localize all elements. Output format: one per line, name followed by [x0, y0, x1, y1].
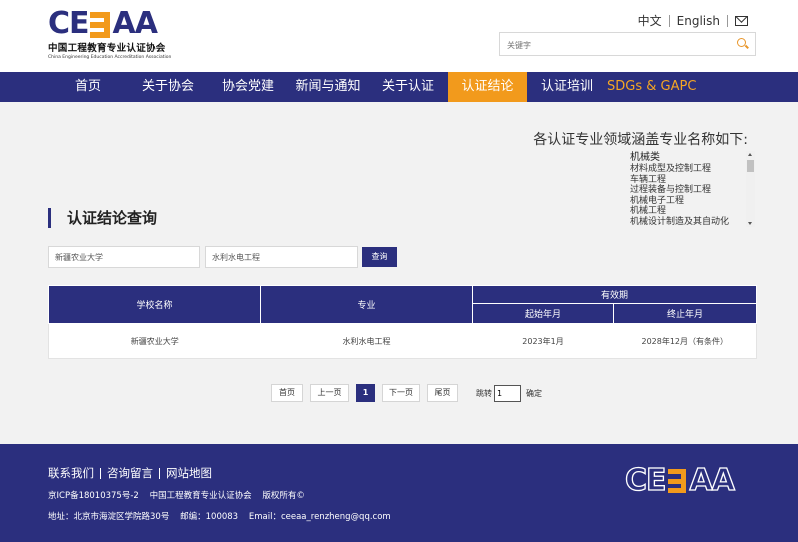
- fields-scrollbar[interactable]: [746, 151, 755, 227]
- jump-page-input[interactable]: [494, 384, 521, 402]
- scroll-down-icon[interactable]: [748, 222, 752, 225]
- header-validity: 有效期: [471, 285, 758, 304]
- footer-link-feedback[interactable]: 咨询留言: [107, 465, 153, 481]
- footer-link-contact[interactable]: 联系我们: [48, 465, 94, 481]
- cell-start: 2023年1月: [472, 323, 614, 359]
- cell-major: 水利水电工程: [260, 323, 473, 359]
- jump-confirm-button[interactable]: 确定: [526, 388, 542, 399]
- pagination: 首页 上一页 1 下一页 尾页 跳转 确定: [271, 384, 542, 402]
- header-start-date: 起始年月: [472, 303, 614, 324]
- fields-list: 机械类 材料成型及控制工程 车辆工程 过程装备与控制工程 机械电子工程 机械工程…: [630, 151, 742, 227]
- header-major: 专业: [260, 285, 473, 324]
- logo-mark: CE AA: [48, 6, 158, 41]
- scroll-up-icon[interactable]: [748, 153, 752, 156]
- footer-logo-e-icon: [667, 469, 688, 493]
- cell-end: 2028年12月（有条件）: [613, 323, 758, 359]
- nav-about-association[interactable]: 关于协会: [128, 72, 208, 102]
- last-page-button[interactable]: 尾页: [427, 384, 458, 402]
- nav-accreditation-results[interactable]: 认证结论: [448, 72, 527, 102]
- cell-school: 新疆农业大学: [48, 323, 261, 359]
- prev-page-button[interactable]: 上一页: [310, 384, 349, 402]
- nav-training[interactable]: 认证培训: [527, 72, 607, 102]
- footer-link-divider: [100, 467, 101, 479]
- field-item: 材料成型及控制工程: [630, 164, 712, 174]
- fields-list-box[interactable]: 机械类 材料成型及控制工程 车辆工程 过程装备与控制工程 机械电子工程 机械工程…: [630, 151, 755, 227]
- first-page-button[interactable]: 首页: [271, 384, 303, 402]
- search-input[interactable]: [500, 34, 725, 57]
- footer-link-sitemap[interactable]: 网站地图: [166, 465, 212, 481]
- query-section-title: 认证结论查询: [48, 208, 157, 228]
- current-page-button[interactable]: 1: [356, 384, 375, 402]
- field-item: 机械设计制造及其自动化: [630, 216, 730, 227]
- scroll-thumb[interactable]: [747, 160, 754, 172]
- header-end-date: 终止年月: [612, 303, 758, 324]
- lang-chinese-link[interactable]: 中文: [638, 12, 662, 29]
- nav-home[interactable]: 首页: [48, 72, 128, 102]
- footer-link-divider: [159, 467, 160, 479]
- nav-about-accreditation[interactable]: 关于认证: [368, 72, 448, 102]
- logo-english-name: China Engineering Education Accreditatio…: [48, 55, 172, 60]
- fields-category: 机械类: [630, 152, 660, 163]
- footer-links: 联系我们 咨询留言 网站地图: [48, 465, 212, 481]
- school-name-input[interactable]: [48, 246, 200, 268]
- footer-icp: 京ICP备18010375号-2 中国工程教育专业认证协会 版权所有©: [48, 491, 305, 501]
- jump-label: 跳转: [476, 388, 492, 398]
- site-footer: 联系我们 咨询留言 网站地图 京ICP备18010375号-2 中国工程教育专业…: [0, 444, 798, 542]
- query-button[interactable]: 查询: [362, 247, 397, 267]
- footer-logo: CE AA: [624, 463, 735, 498]
- field-item: 机械电子工程: [630, 195, 685, 206]
- lang-divider: [668, 14, 670, 27]
- logo-chinese-name: 中国工程教育专业认证协会: [48, 43, 166, 54]
- field-item: 机械工程: [630, 206, 667, 217]
- nav-sdgs-gapc[interactable]: SDGs & GAPC: [607, 72, 696, 102]
- results-table: 学校名称 专业 有效期 起始年月 终止年月 新疆农业大学 水利水电工程 2023…: [48, 285, 758, 359]
- search-box: [499, 32, 756, 57]
- search-icon[interactable]: [737, 38, 749, 50]
- field-item: 过程装备与控制工程: [630, 185, 712, 196]
- nav-news[interactable]: 新闻与通知: [288, 72, 368, 102]
- header-school: 学校名称: [48, 285, 261, 324]
- nav-party-building[interactable]: 协会党建: [208, 72, 288, 102]
- site-header: CE AA 中国工程教育专业认证协会 China Engineering Educ…: [0, 0, 798, 72]
- major-name-input[interactable]: [205, 246, 358, 268]
- fields-title: 各认证专业领域涵盖专业名称如下:: [533, 132, 748, 148]
- ceeaa-logo[interactable]: CE AA 中国工程教育专业认证协会 China Engineering Educ…: [48, 6, 178, 61]
- field-item: 车辆工程: [630, 174, 667, 185]
- mail-icon[interactable]: [735, 15, 748, 26]
- lang-divider: [727, 14, 728, 27]
- main-nav: 首页 关于协会 协会党建 新闻与通知 关于认证 认证结论 认证培训 SDGs &…: [0, 72, 798, 102]
- table-row: 新疆农业大学 水利水电工程 2023年1月 2028年12月（有条件）: [48, 323, 758, 359]
- next-page-button[interactable]: 下一页: [382, 384, 420, 402]
- lang-english-link[interactable]: English: [677, 14, 720, 28]
- logo-e-icon: [89, 12, 112, 38]
- language-switcher: 中文 English: [638, 12, 748, 29]
- footer-address: 地址：北京市海淀区学院路30号 邮编：100083 Email：ceeaa_re…: [48, 512, 391, 522]
